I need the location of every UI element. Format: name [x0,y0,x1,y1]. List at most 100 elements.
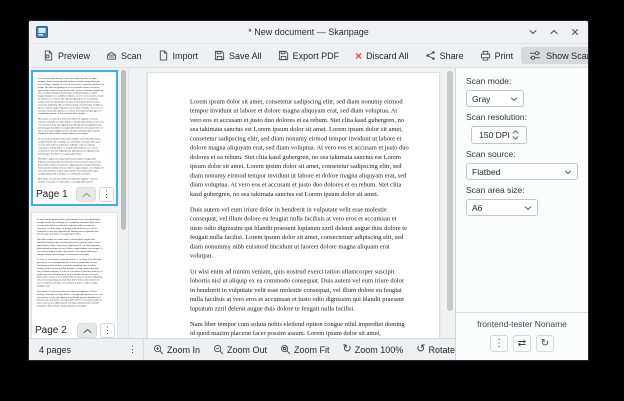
page-1-label: Page 1 [36,189,73,200]
paragraph: Duis autem vel eum iriure dolor in hendr… [190,205,409,260]
zoom-in-label: Zoom In [167,345,200,355]
print-button[interactable]: Print [472,47,522,64]
scan-resolution-label: Scan resolution: [466,112,578,122]
desktop: { "window": { "title": "* New document —… [0,0,624,401]
save-all-label: Save All [229,51,262,61]
chevron-down-icon [524,204,532,212]
zoom-100-button[interactable]: ↻ Zoom 100% [343,344,404,355]
skanpage-app-icon [36,26,48,38]
page-2-thumbnail-content: Ut wisi enim ad minim veniam, quis nostr… [37,218,103,310]
paragraph: Lorem ipsum dolor sit amet, consetetur s… [190,97,409,198]
zoom-original-icon: ↻ [343,344,352,355]
document-page: Lorem ipsum dolor sit amet, consetetur s… [147,72,440,338]
preview-button[interactable]: Preview [35,47,98,64]
paragraph: Ut wisi enim ad minim veniam, quis nostr… [190,267,409,313]
content-row: Lorem ipsum dolor sit amet, consetetur s… [29,68,455,338]
pages-overflow-menu-icon[interactable]: ⋮ [122,344,143,355]
scanner-options-panel: Scan mode: Gray Scan resolution: 150 DPI… [456,68,588,360]
page-2-menu-button[interactable]: ⋮ [100,323,115,338]
share-icon [425,50,436,61]
move-page-up-button[interactable] [76,187,96,202]
chevron-up-icon [82,192,91,198]
page-2-thumbnail[interactable]: Ut wisi enim ad minim veniam, quis nostr… [31,212,118,338]
rotate-left-icon: ↺ [416,344,425,355]
switch-device-button[interactable]: ⇄ [513,335,531,352]
scan-area-size-label: Scan area size: [466,185,578,195]
main-toolbar: Preview Scan Import Save All Export PDF [29,44,588,68]
scan-mode-select[interactable]: Gray [466,90,524,107]
chevron-up-icon [83,328,92,334]
close-icon[interactable] [569,26,581,38]
scan-button[interactable]: Scan [98,47,150,64]
overflow-menu-icon: ⋮ [494,338,504,349]
zoom-100-label: Zoom 100% [355,345,404,355]
move-page-up-button[interactable] [77,323,97,338]
reload-device-button[interactable]: ↻ [536,335,554,352]
zoom-in-button[interactable]: Zoom In [153,344,200,355]
document-view-scrollbar[interactable] [447,71,453,311]
export-pdf-label: Export PDF [293,51,340,61]
scan-source-select[interactable]: Flatbed [466,163,578,180]
statusbar-pages-section: 4 pages ⋮ [29,339,144,360]
document-preview-icon [43,50,54,61]
page-thumbnail-list: Lorem ipsum dolor sit amet, consetetur s… [29,68,119,338]
show-scanner-options-button[interactable]: Show Scanner Options [521,47,589,64]
page-2-label: Page 2 [35,325,74,336]
window-title: * New document — Skanpage [89,27,528,37]
swap-arrows-icon: ⇄ [518,338,526,349]
zoom-out-button[interactable]: Zoom Out [213,344,267,355]
scan-area-size-value: A6 [472,203,482,213]
zoom-fit-label: Zoom Fit [294,345,330,355]
window-controls [527,26,581,38]
skanpage-window: * New document — Skanpage Preview Scan [28,20,589,361]
scan-resolution-spinbox[interactable]: 150 DPI [471,126,527,144]
thumbnail-scrollbar-thumb[interactable] [121,70,126,230]
scan-area-size-select[interactable]: A6 [466,199,538,216]
scanner-device-section: frontend-tester Noname ⋮ ⇄ ↻ [456,312,588,360]
overflow-menu-icon: ⋮ [102,189,111,200]
scan-mode-label: Scan mode: [466,76,578,86]
titlebar[interactable]: * New document — Skanpage [29,21,588,44]
import-button[interactable]: Import [150,47,207,64]
scan-source-label: Scan source: [466,149,578,159]
show-scanner-options-label: Show Scanner Options [546,51,589,61]
discard-all-button[interactable]: × Discard All [347,47,417,65]
scan-label: Scan [121,51,142,61]
chevron-down-icon [564,168,572,176]
zoom-fit-button[interactable]: Zoom Fit [280,344,330,355]
device-overflow-button[interactable]: ⋮ [490,335,508,352]
sliders-icon [529,50,541,61]
preview-label: Preview [58,51,90,61]
scanner-device-buttons: ⋮ ⇄ ↻ [456,335,588,352]
document-view[interactable]: Lorem ipsum dolor sit amet, consetetur s… [129,68,455,338]
window-body: Lorem ipsum dolor sit amet, consetetur s… [29,68,588,360]
document-page-text: Lorem ipsum dolor sit amet, consetetur s… [190,97,409,338]
print-label: Print [495,51,514,61]
paragraph: Nam liber tempor cum soluta nobis eleife… [190,319,409,338]
left-column: Lorem ipsum dolor sit amet, consetetur s… [29,68,456,360]
save-all-button[interactable]: Save All [206,47,270,64]
minimize-icon[interactable] [527,26,539,38]
save-all-icon [214,50,225,61]
scanner-device-name: frontend-tester Noname [456,319,588,329]
overflow-menu-icon: ⋮ [103,325,112,336]
page-1-label-row: Page 1 ⋮ [36,187,114,202]
printer-icon [480,50,491,61]
statusbar: 4 pages ⋮ Zoom In Zoom Out [29,338,455,360]
maximize-icon[interactable] [548,26,560,38]
pages-count-label: 4 pages [39,345,122,355]
page-1-thumbnail[interactable]: Lorem ipsum dolor sit amet, consetetur s… [31,70,118,206]
zoom-fit-icon [280,344,291,355]
discard-all-label: Discard All [366,51,409,61]
discard-icon: × [355,50,362,62]
statusbar-zoom-section: Zoom In Zoom Out Zoom Fit [144,339,503,360]
export-pdf-button[interactable]: Export PDF [270,47,348,64]
share-button[interactable]: Share [417,47,472,64]
page-1-menu-button[interactable]: ⋮ [99,187,114,202]
thumbnail-scrollbar[interactable] [119,68,129,338]
scan-mode-value: Gray [472,94,490,104]
scan-resolution-value: 150 DPI [479,130,510,140]
scanner-icon [106,50,117,61]
import-label: Import [173,51,199,61]
scan-source-value: Flatbed [472,167,500,177]
